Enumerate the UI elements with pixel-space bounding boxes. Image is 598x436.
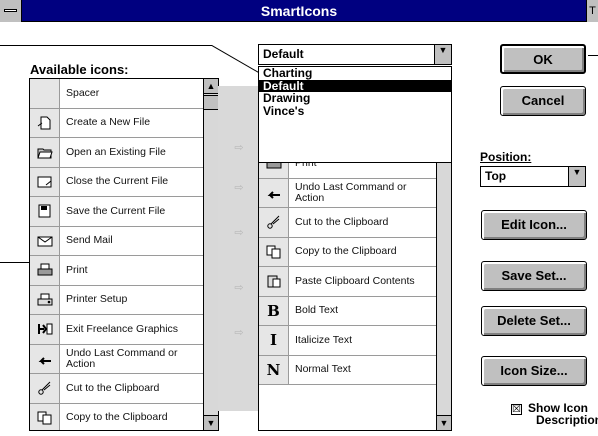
available-icon-item-label: Exit Freelance Graphics (66, 323, 179, 335)
available-icon-item[interactable]: Print (30, 256, 203, 286)
title-bar[interactable]: SmartIcons T (0, 0, 598, 22)
save-set-button[interactable]: Save Set... (481, 261, 587, 291)
copy-icon (259, 237, 289, 266)
scroll-down-arrow-icon[interactable]: ▼ (204, 415, 218, 430)
available-icon-item-label: Print (66, 264, 88, 276)
drag-arrow-icon: ⇨ (234, 227, 244, 239)
available-icon-item-label: Spacer (66, 87, 100, 99)
available-icon-item-label: Close the Current File (66, 176, 169, 188)
save-file-icon (30, 197, 60, 226)
current-set-item-label: Bold Text (295, 305, 338, 317)
copy-icon (30, 403, 60, 430)
show-descriptions-checkbox[interactable]: ☒ (511, 404, 522, 415)
paste-icon (259, 267, 289, 296)
available-icon-item-label: Cut to the Clipboard (66, 382, 160, 394)
current-set-item[interactable]: Cut to the Clipboard (259, 208, 436, 238)
current-set-item-label: Normal Text (295, 364, 351, 376)
available-icons-list[interactable]: Spacer Create a New File Open an Existing … (29, 78, 219, 431)
bold-icon: B (259, 296, 289, 325)
cancel-button[interactable]: Cancel (500, 86, 586, 116)
current-set-item[interactable]: Copy to the Clipboard (259, 237, 436, 267)
dropdown-arrow-icon[interactable]: ▼ (568, 167, 585, 186)
position-value: Top (485, 169, 507, 183)
delete-set-button[interactable]: Delete Set... (481, 306, 587, 336)
current-set-item[interactable]: N Normal Text (259, 355, 436, 385)
window-title: SmartIcons (260, 3, 338, 19)
available-icons-label: Available icons: (30, 62, 129, 77)
italic-icon: I (259, 326, 289, 355)
icon-set-dropdown[interactable]: Charting Default Drawing Vince's (258, 66, 452, 163)
available-icon-item[interactable]: Open an Existing File (30, 138, 203, 168)
position-label-text: Position: (480, 150, 532, 164)
ok-button[interactable]: OK (500, 44, 586, 74)
available-icon-item[interactable]: Exit Freelance Graphics (30, 315, 203, 345)
scroll-down-arrow-icon[interactable]: ▼ (437, 415, 451, 430)
edit-icon-button[interactable]: Edit Icon... (481, 210, 587, 240)
undo-icon (30, 344, 60, 373)
close-file-icon (30, 167, 60, 196)
scroll-up-arrow-icon[interactable]: ▲ (204, 79, 218, 94)
available-icon-item[interactable]: Undo Last Command or Action (30, 344, 203, 374)
new-file-icon (30, 108, 60, 137)
callout-line-right (588, 55, 598, 56)
available-icon-item[interactable]: Cut to the Clipboard (30, 374, 203, 404)
mail-icon (30, 226, 60, 255)
available-icon-item[interactable]: Send Mail (30, 226, 203, 256)
available-icon-item[interactable]: Close the Current File (30, 167, 203, 197)
undo-icon (259, 178, 289, 207)
available-icon-item[interactable]: Spacer (30, 79, 203, 109)
icon-size-button[interactable]: Icon Size... (481, 356, 587, 386)
available-icon-item-label: Create a New File (66, 117, 151, 129)
scissors-icon (259, 208, 289, 237)
available-icon-item-label: Copy to the Clipboard (66, 412, 168, 424)
printer-setup-icon (30, 285, 60, 314)
open-file-icon (30, 138, 60, 167)
current-set-item-label: Undo Last Command or Action (295, 181, 407, 204)
current-set-item-label: Italicize Text (295, 334, 352, 346)
available-icons-rows: Spacer Create a New File Open an Existing … (30, 79, 203, 430)
available-icon-item[interactable]: Printer Setup (30, 285, 203, 315)
spacer-icon (30, 79, 60, 108)
callout-line-top-h (0, 45, 212, 46)
current-set-item[interactable]: Paste Clipboard Contents (259, 267, 436, 297)
available-icon-item[interactable]: Copy to the Clipboard (30, 403, 203, 430)
drag-arrow-icon: ⇨ (234, 182, 244, 194)
show-descriptions-label: Show Icon Descriptions (528, 402, 598, 426)
title-bar-right-button[interactable]: T (586, 0, 598, 22)
normal-text-icon: N (259, 355, 289, 384)
current-set-item[interactable]: I Italicize Text (259, 326, 436, 356)
position-label: Position: (480, 150, 531, 164)
current-set-item-label: Cut to the Clipboard (295, 216, 389, 228)
show-descriptions-label-line2: Descriptions (536, 413, 598, 427)
available-icon-item-label: Save the Current File (66, 205, 166, 217)
current-set-item[interactable]: B Bold Text (259, 296, 436, 326)
icon-set-combo[interactable]: Default ▼ (258, 44, 452, 65)
icon-set-value: Default (263, 47, 304, 61)
current-set-item-label: Paste Clipboard Contents (295, 275, 415, 287)
available-icon-item-label: Open an Existing File (66, 146, 166, 158)
available-icon-item[interactable]: Create a New File (30, 108, 203, 138)
available-icon-item-label: Send Mail (66, 235, 113, 247)
smarticons-dialog: SmartIcons T Available icons: Spacer Crea… (0, 0, 598, 436)
print-icon (30, 256, 60, 285)
drag-gutter: ⇨ ⇨ ⇨ ⇨ ⇨ (218, 86, 260, 411)
current-set-rows: Print Undo Last Command or Action Cut to t… (259, 149, 436, 385)
scissors-icon (30, 374, 60, 403)
icon-set-option[interactable]: Drawing (259, 92, 451, 105)
available-scrollbar[interactable]: ▲ ▼ (203, 79, 218, 430)
current-set-item-label: Copy to the Clipboard (295, 246, 397, 258)
available-icon-item-label: Printer Setup (66, 294, 128, 306)
position-combo[interactable]: Top ▼ (480, 166, 586, 187)
icon-set-option[interactable]: Charting (259, 67, 451, 80)
drag-arrow-icon: ⇨ (234, 282, 244, 294)
available-icon-item-label: Undo Last Command or Action (66, 347, 178, 370)
dropdown-arrow-icon[interactable]: ▼ (434, 45, 451, 64)
exit-icon (30, 315, 60, 344)
drag-arrow-icon: ⇨ (234, 327, 244, 339)
available-icon-item[interactable]: Save the Current File (30, 197, 203, 227)
current-set-item[interactable]: Undo Last Command or Action (259, 178, 436, 208)
icon-set-option[interactable]: Vince's (259, 104, 451, 118)
drag-arrow-icon: ⇨ (234, 142, 244, 154)
scroll-thumb[interactable] (204, 95, 218, 110)
